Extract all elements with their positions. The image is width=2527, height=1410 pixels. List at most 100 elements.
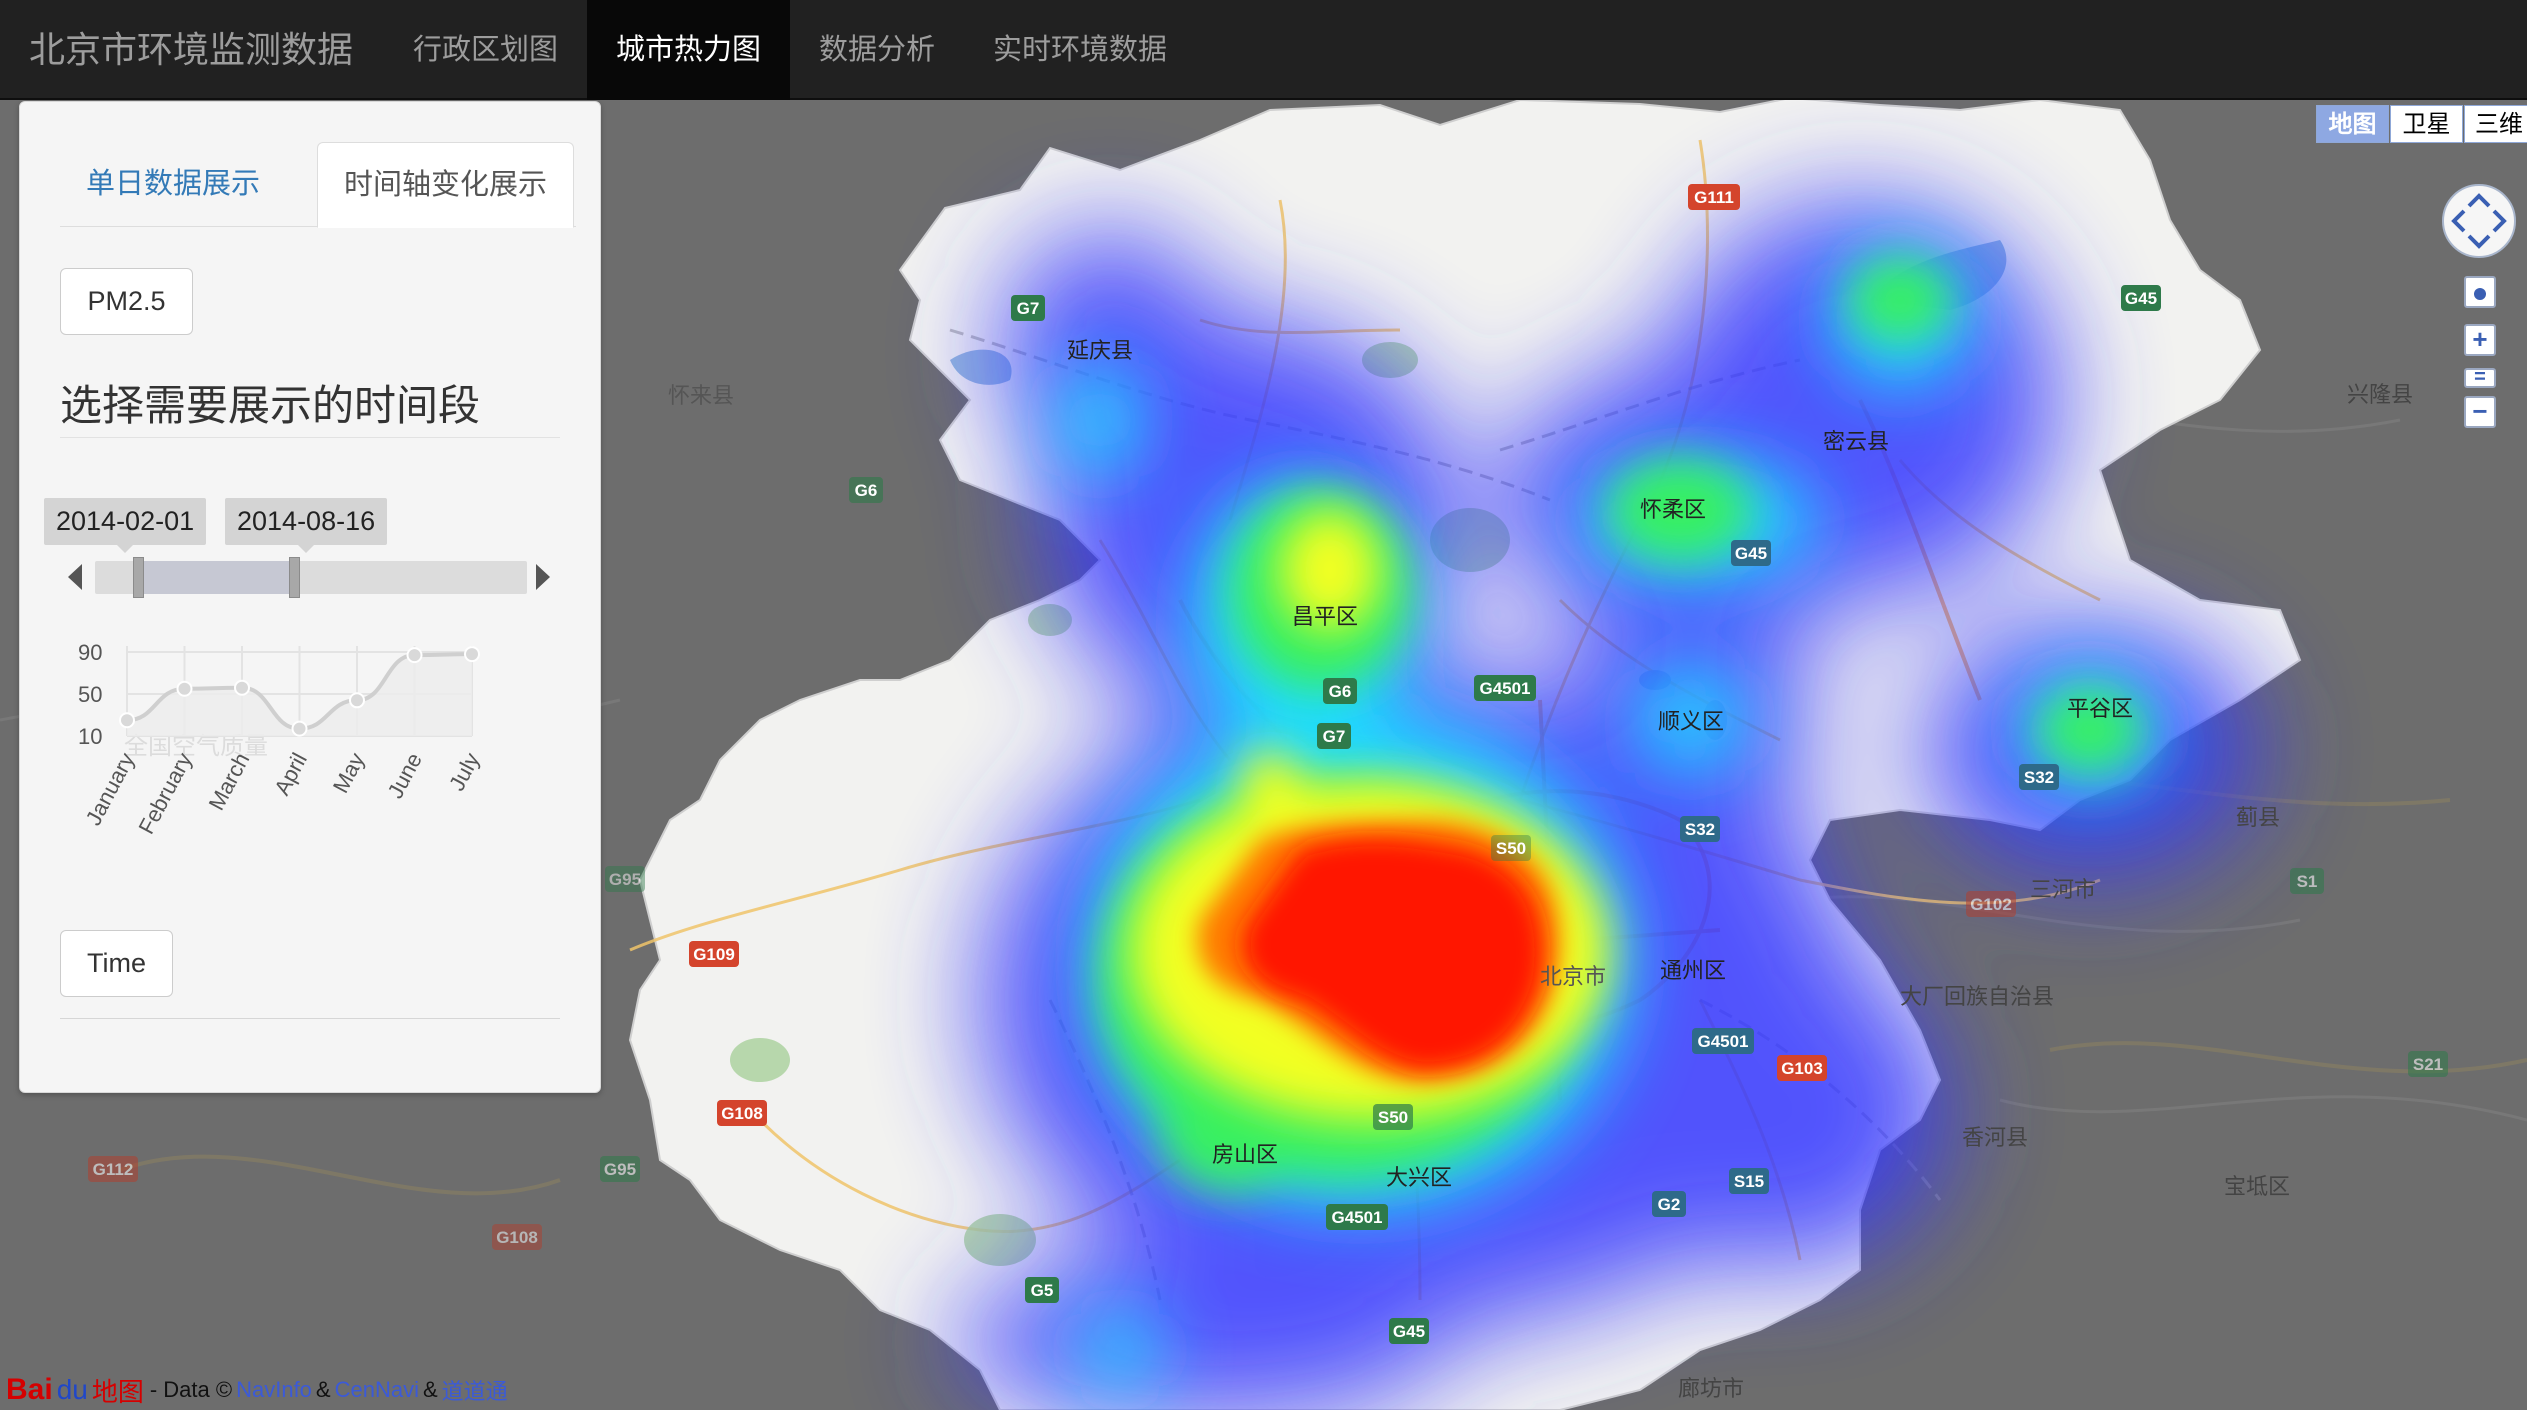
shield-g102: G102 — [1966, 891, 2016, 917]
nav-menu: 行政区划图 城市热力图 数据分析 实时环境数据 — [384, 0, 1196, 100]
nav-item-analysis[interactable]: 数据分析 — [790, 0, 964, 100]
slider-end-handle[interactable] — [289, 557, 300, 598]
maptype-satellite-button[interactable]: 卫星 — [2390, 105, 2463, 143]
svg-text:G4501: G4501 — [1697, 1032, 1748, 1051]
svg-text:G6: G6 — [1329, 682, 1352, 701]
baidu-logo[interactable]: Bai — [6, 1373, 53, 1407]
label-shunyi: 顺义区 — [1658, 709, 1724, 734]
baidu-paw-icon: du — [56, 1374, 88, 1405]
shield-s50: S50 — [1491, 835, 1531, 861]
data-point[interactable] — [176, 680, 193, 697]
slider-selected-range[interactable] — [139, 561, 295, 594]
navinfo-link[interactable]: NavInfo — [236, 1377, 312, 1403]
nav-item-heatmap[interactable]: 城市热力图 — [587, 0, 791, 100]
pan-arrows-icon — [2451, 193, 2507, 249]
label-tongzhou: 通州区 — [1660, 958, 1726, 983]
data-point[interactable] — [291, 720, 308, 737]
zoom-in-button[interactable]: + — [2464, 324, 2496, 356]
svg-text:G4501: G4501 — [1331, 1208, 1382, 1227]
shield-g95: G95 — [605, 866, 645, 892]
label-fangshan: 房山区 — [1212, 1142, 1278, 1167]
label-dachang: 大厂回族自治县 — [1900, 984, 2054, 1009]
svg-text:G7: G7 — [1017, 299, 1040, 318]
data-point[interactable] — [406, 647, 423, 664]
locate-button[interactable] — [2464, 276, 2496, 308]
date-range-slider[interactable] — [95, 557, 527, 598]
svg-text:S50: S50 — [1496, 839, 1526, 858]
data-point[interactable] — [349, 692, 365, 709]
shield-g4501: G4501 — [1692, 1028, 1754, 1054]
nav-item-realtime[interactable]: 实时环境数据 — [964, 0, 1196, 100]
label-jixian: 蓟县 — [2236, 805, 2280, 830]
shield-g7: G7 — [1317, 723, 1351, 749]
label-city: 北京市 — [1540, 964, 1606, 989]
amp-2: & — [422, 1377, 438, 1402]
shield-g4501: G4501 — [1474, 675, 1536, 701]
svg-text:G7: G7 — [1323, 727, 1346, 746]
maptype-map-button[interactable]: 地图 — [2316, 105, 2389, 143]
shield-s21: S21 — [2408, 1051, 2448, 1077]
pm25-button[interactable]: PM2.5 — [60, 268, 193, 335]
tab-single-day[interactable]: 单日数据展示 — [60, 142, 286, 227]
time-range-heading: 选择需要展示的时间段 — [60, 382, 560, 438]
shield-g4501: G4501 — [1326, 1204, 1388, 1230]
brand-title[interactable]: 北京市环境监测数据 — [29, 0, 353, 100]
label-huailai: 怀来县 — [668, 383, 734, 408]
shield-s1: S1 — [2290, 868, 2324, 894]
panel-divider — [60, 1018, 560, 1019]
svg-text:S1: S1 — [2297, 872, 2318, 891]
copyright-text: - Data © — [149, 1377, 233, 1402]
label-langfang: 廊坊市 — [1678, 1376, 1744, 1401]
panel-tabs: 单日数据展示 时间轴变化展示 — [60, 142, 576, 228]
svg-text:S50: S50 — [1378, 1108, 1408, 1127]
aqi-mini-chart[interactable]: 全国空气质量 905010JanuaryFebruary March April Ma… — [52, 626, 502, 926]
shield-g108: G108 — [492, 1224, 542, 1250]
svg-text:G4501: G4501 — [1479, 679, 1530, 698]
x-tick-label: July — [444, 749, 484, 795]
svg-text:G2: G2 — [1658, 1195, 1681, 1214]
slider-left-arrow-icon[interactable] — [68, 564, 82, 590]
x-tick-label: June — [382, 749, 426, 803]
svg-text:G95: G95 — [604, 1160, 636, 1179]
label-yanqing: 延庆县 — [1067, 338, 1133, 363]
shield-s32: S32 — [2019, 764, 2059, 790]
maptype-3d-button[interactable]: 三维 — [2464, 105, 2527, 143]
zoom-out-button[interactable]: − — [2464, 396, 2496, 428]
shield-g6: G6 — [849, 477, 883, 503]
label-pinggu: 平谷区 — [2067, 696, 2133, 721]
label-huairou: 怀柔区 — [1640, 497, 1706, 522]
x-tick-label: April — [269, 749, 312, 800]
svg-text:G108: G108 — [496, 1228, 538, 1247]
svg-text:S32: S32 — [2024, 768, 2054, 787]
shield-g45: G45 — [2121, 285, 2161, 311]
shield-g112: G112 — [88, 1156, 138, 1182]
data-point[interactable] — [119, 712, 135, 729]
control-panel: 单日数据展示 时间轴变化展示 PM2.5 选择需要展示的时间段 2014-02-… — [19, 101, 601, 1093]
range-start-tooltip: 2014-02-01 — [44, 498, 207, 553]
slider-right-arrow-icon[interactable] — [536, 564, 550, 590]
y-tick-label: 10 — [78, 724, 102, 749]
slider-start-handle[interactable] — [133, 557, 144, 598]
zoom-slider-handle[interactable]: = — [2464, 367, 2496, 388]
shield-g95: G95 — [600, 1156, 640, 1182]
locate-icon — [2474, 288, 2486, 300]
label-daxing: 大兴区 — [1386, 1165, 1452, 1190]
top-navbar: 北京市环境监测数据 行政区划图 城市热力图 数据分析 实时环境数据 — [0, 0, 2527, 100]
data-point[interactable] — [234, 679, 250, 696]
daodaotong-link[interactable]: 道道通 — [442, 1374, 508, 1406]
y-tick-label: 90 — [78, 640, 102, 665]
cennavi-link[interactable]: CenNavi — [335, 1377, 419, 1403]
shield-g5: G5 — [1025, 1277, 1059, 1303]
nav-item-admin-map[interactable]: 行政区划图 — [384, 0, 587, 100]
svg-text:G5: G5 — [1031, 1281, 1054, 1300]
shield-s50: S50 — [1373, 1104, 1413, 1130]
svg-text:G112: G112 — [93, 1160, 134, 1179]
tab-timeline[interactable]: 时间轴变化展示 — [317, 142, 575, 228]
svg-text:G108: G108 — [721, 1104, 763, 1123]
label-xianghe: 香河县 — [1962, 1125, 2028, 1150]
svg-text:G95: G95 — [609, 870, 641, 889]
time-button[interactable]: Time — [60, 930, 173, 997]
pan-control[interactable] — [2442, 184, 2516, 258]
data-point[interactable] — [464, 646, 480, 663]
label-sanhe: 三河市 — [2030, 877, 2096, 902]
